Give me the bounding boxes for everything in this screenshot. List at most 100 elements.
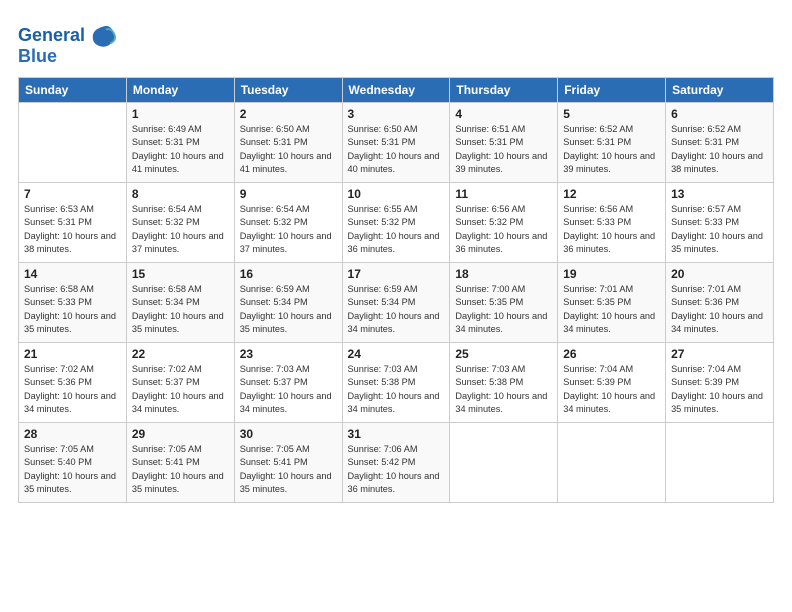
day-number: 30 (240, 427, 337, 441)
day-number: 21 (24, 347, 121, 361)
day-cell: 22 Sunrise: 7:02 AMSunset: 5:37 PMDayligh… (126, 343, 234, 423)
day-cell: 24 Sunrise: 7:03 AMSunset: 5:38 PMDayligh… (342, 343, 450, 423)
day-number: 13 (671, 187, 768, 201)
day-info: Sunrise: 6:53 AMSunset: 5:31 PMDaylight:… (24, 203, 121, 256)
day-number: 24 (348, 347, 445, 361)
day-info: Sunrise: 6:54 AMSunset: 5:32 PMDaylight:… (240, 203, 337, 256)
day-number: 22 (132, 347, 229, 361)
header-cell-friday: Friday (558, 78, 666, 103)
day-number: 20 (671, 267, 768, 281)
day-number: 29 (132, 427, 229, 441)
day-info: Sunrise: 6:49 AMSunset: 5:31 PMDaylight:… (132, 123, 229, 176)
logo-text: General (18, 26, 85, 46)
day-number: 5 (563, 107, 660, 121)
day-cell: 7 Sunrise: 6:53 AMSunset: 5:31 PMDaylight… (19, 183, 127, 263)
header-cell-tuesday: Tuesday (234, 78, 342, 103)
day-cell: 20Sunrise: 7:01 AMSunset: 5:36 PMDayligh… (666, 263, 774, 343)
day-info: Sunrise: 6:55 AMSunset: 5:32 PMDaylight:… (348, 203, 445, 256)
day-cell: 14 Sunrise: 6:58 AMSunset: 5:33 PMDayligh… (19, 263, 127, 343)
day-info: Sunrise: 7:00 AMSunset: 5:35 PMDaylight:… (455, 283, 552, 336)
day-info: Sunrise: 7:01 AMSunset: 5:35 PMDaylight:… (563, 283, 660, 336)
day-cell: 2Sunrise: 6:50 AMSunset: 5:31 PMDaylight… (234, 103, 342, 183)
day-number: 15 (132, 267, 229, 281)
day-info: Sunrise: 6:59 AMSunset: 5:34 PMDaylight:… (348, 283, 445, 336)
day-cell: 26Sunrise: 7:04 AMSunset: 5:39 PMDayligh… (558, 343, 666, 423)
day-info: Sunrise: 6:52 AMSunset: 5:31 PMDaylight:… (671, 123, 768, 176)
day-cell: 21 Sunrise: 7:02 AMSunset: 5:36 PMDayligh… (19, 343, 127, 423)
day-info: Sunrise: 7:03 AMSunset: 5:38 PMDaylight:… (348, 363, 445, 416)
calendar-table: SundayMondayTuesdayWednesdayThursdayFrid… (18, 77, 774, 503)
header-cell-thursday: Thursday (450, 78, 558, 103)
day-number: 4 (455, 107, 552, 121)
week-row-5: 28 Sunrise: 7:05 AMSunset: 5:40 PMDayligh… (19, 423, 774, 503)
day-cell: 30Sunrise: 7:05 AMSunset: 5:41 PMDayligh… (234, 423, 342, 503)
day-number: 1 (132, 107, 229, 121)
day-cell (666, 423, 774, 503)
day-cell: 31Sunrise: 7:06 AMSunset: 5:42 PMDayligh… (342, 423, 450, 503)
day-info: Sunrise: 7:05 AMSunset: 5:40 PMDaylight:… (24, 443, 121, 496)
day-number: 18 (455, 267, 552, 281)
day-cell: 19Sunrise: 7:01 AMSunset: 5:35 PMDayligh… (558, 263, 666, 343)
day-cell (558, 423, 666, 503)
day-cell: 6Sunrise: 6:52 AMSunset: 5:31 PMDaylight… (666, 103, 774, 183)
day-number: 14 (24, 267, 121, 281)
day-info: Sunrise: 6:52 AMSunset: 5:31 PMDaylight:… (563, 123, 660, 176)
week-row-2: 7 Sunrise: 6:53 AMSunset: 5:31 PMDaylight… (19, 183, 774, 263)
day-number: 10 (348, 187, 445, 201)
day-info: Sunrise: 7:04 AMSunset: 5:39 PMDaylight:… (671, 363, 768, 416)
week-row-4: 21 Sunrise: 7:02 AMSunset: 5:36 PMDayligh… (19, 343, 774, 423)
day-number: 11 (455, 187, 552, 201)
day-info: Sunrise: 6:56 AMSunset: 5:32 PMDaylight:… (455, 203, 552, 256)
day-cell: 4 Sunrise: 6:51 AMSunset: 5:31 PMDaylight… (450, 103, 558, 183)
day-cell: 16Sunrise: 6:59 AMSunset: 5:34 PMDayligh… (234, 263, 342, 343)
day-cell: 29 Sunrise: 7:05 AMSunset: 5:41 PMDayligh… (126, 423, 234, 503)
day-cell: 27Sunrise: 7:04 AMSunset: 5:39 PMDayligh… (666, 343, 774, 423)
day-info: Sunrise: 7:04 AMSunset: 5:39 PMDaylight:… (563, 363, 660, 416)
week-row-1: 1 Sunrise: 6:49 AMSunset: 5:31 PMDaylight… (19, 103, 774, 183)
day-cell: 17Sunrise: 6:59 AMSunset: 5:34 PMDayligh… (342, 263, 450, 343)
day-number: 3 (348, 107, 445, 121)
day-info: Sunrise: 6:58 AMSunset: 5:33 PMDaylight:… (24, 283, 121, 336)
day-info: Sunrise: 6:58 AMSunset: 5:34 PMDaylight:… (132, 283, 229, 336)
header-cell-sunday: Sunday (19, 78, 127, 103)
day-cell: 5 Sunrise: 6:52 AMSunset: 5:31 PMDaylight… (558, 103, 666, 183)
day-cell (19, 103, 127, 183)
day-cell: 8 Sunrise: 6:54 AMSunset: 5:32 PMDaylight… (126, 183, 234, 263)
day-info: Sunrise: 7:03 AMSunset: 5:38 PMDaylight:… (455, 363, 552, 416)
day-info: Sunrise: 7:02 AMSunset: 5:37 PMDaylight:… (132, 363, 229, 416)
header-cell-saturday: Saturday (666, 78, 774, 103)
day-info: Sunrise: 7:05 AMSunset: 5:41 PMDaylight:… (132, 443, 229, 496)
day-info: Sunrise: 6:50 AMSunset: 5:31 PMDaylight:… (348, 123, 445, 176)
day-cell: 25 Sunrise: 7:03 AMSunset: 5:38 PMDayligh… (450, 343, 558, 423)
logo-icon (89, 22, 117, 50)
day-cell: 12Sunrise: 6:56 AMSunset: 5:33 PMDayligh… (558, 183, 666, 263)
day-cell: 23Sunrise: 7:03 AMSunset: 5:37 PMDayligh… (234, 343, 342, 423)
header-row: SundayMondayTuesdayWednesdayThursdayFrid… (19, 78, 774, 103)
day-number: 28 (24, 427, 121, 441)
day-number: 2 (240, 107, 337, 121)
day-cell: 13Sunrise: 6:57 AMSunset: 5:33 PMDayligh… (666, 183, 774, 263)
day-number: 8 (132, 187, 229, 201)
day-number: 23 (240, 347, 337, 361)
day-cell: 1 Sunrise: 6:49 AMSunset: 5:31 PMDaylight… (126, 103, 234, 183)
day-cell: 9 Sunrise: 6:54 AMSunset: 5:32 PMDaylight… (234, 183, 342, 263)
day-info: Sunrise: 6:51 AMSunset: 5:31 PMDaylight:… (455, 123, 552, 176)
day-cell: 3 Sunrise: 6:50 AMSunset: 5:31 PMDaylight… (342, 103, 450, 183)
day-cell: 15 Sunrise: 6:58 AMSunset: 5:34 PMDayligh… (126, 263, 234, 343)
day-number: 31 (348, 427, 445, 441)
day-cell: 18 Sunrise: 7:00 AMSunset: 5:35 PMDayligh… (450, 263, 558, 343)
day-number: 25 (455, 347, 552, 361)
day-number: 9 (240, 187, 337, 201)
day-cell: 11 Sunrise: 6:56 AMSunset: 5:32 PMDayligh… (450, 183, 558, 263)
week-row-3: 14 Sunrise: 6:58 AMSunset: 5:33 PMDayligh… (19, 263, 774, 343)
day-cell: 10 Sunrise: 6:55 AMSunset: 5:32 PMDayligh… (342, 183, 450, 263)
day-number: 16 (240, 267, 337, 281)
header-cell-wednesday: Wednesday (342, 78, 450, 103)
day-info: Sunrise: 6:54 AMSunset: 5:32 PMDaylight:… (132, 203, 229, 256)
logo: General Blue (18, 22, 117, 67)
day-info: Sunrise: 7:02 AMSunset: 5:36 PMDaylight:… (24, 363, 121, 416)
day-cell: 28 Sunrise: 7:05 AMSunset: 5:40 PMDayligh… (19, 423, 127, 503)
day-cell (450, 423, 558, 503)
header-cell-monday: Monday (126, 78, 234, 103)
day-number: 7 (24, 187, 121, 201)
